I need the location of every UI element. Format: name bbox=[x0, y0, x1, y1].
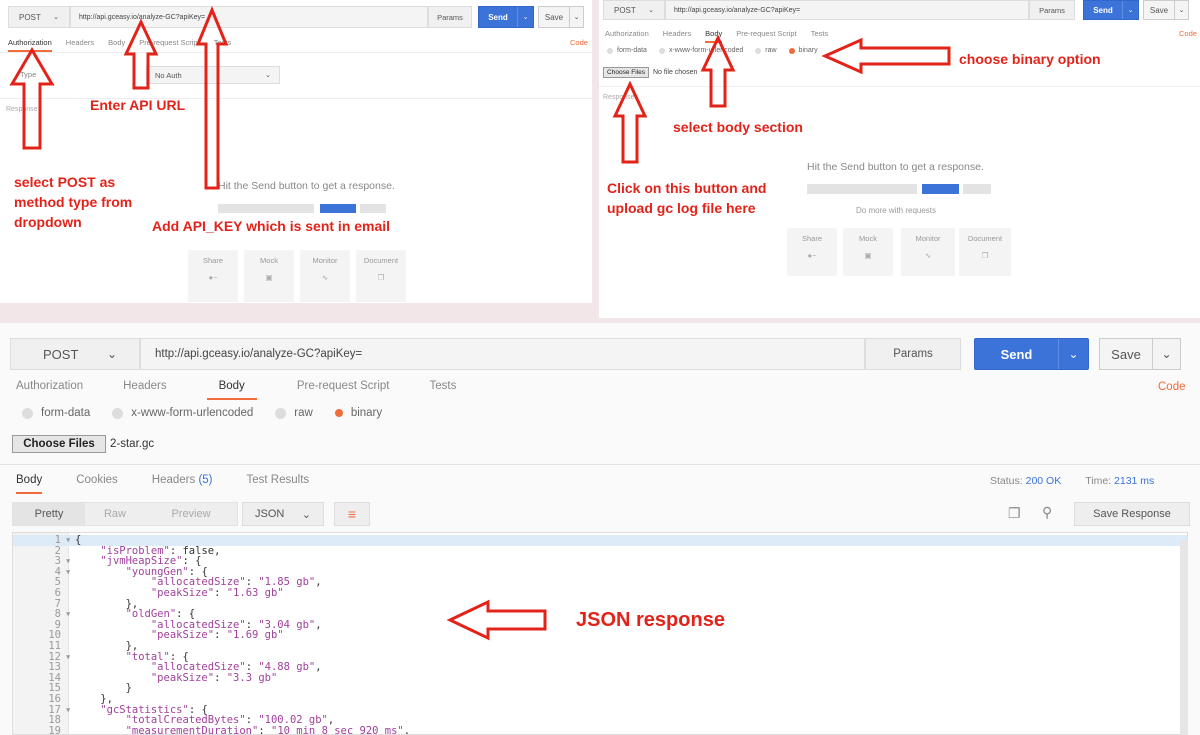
fold-toggle-icon[interactable]: ▾ bbox=[65, 535, 71, 546]
code-text: "measurementDuration": "10 min 8 sec 920… bbox=[125, 724, 411, 735]
annotation-post: select POST as method type from dropdown bbox=[14, 174, 133, 230]
line-number: 19 bbox=[48, 724, 61, 735]
up-arrow-choose-files bbox=[612, 80, 648, 164]
annotation-upload: Click on this button and upload gc log f… bbox=[607, 180, 767, 216]
annotation-api-url: Enter API URL bbox=[90, 97, 186, 113]
status-value: 200 OK bbox=[1025, 475, 1062, 487]
radio-dot bbox=[22, 407, 33, 419]
radio-binary[interactable]: binary bbox=[334, 407, 383, 419]
copy-icon[interactable]: ❐ bbox=[1008, 505, 1021, 522]
response-meta: Status: 200 OK Time: 2131 ms bbox=[990, 475, 1154, 487]
time-label: Time: bbox=[1085, 475, 1112, 487]
resp-tab-cookies[interactable]: Cookies bbox=[76, 474, 118, 494]
view-pretty[interactable]: Pretty bbox=[13, 503, 85, 525]
radio-dot-selected bbox=[334, 409, 343, 417]
view-preview[interactable]: Preview bbox=[145, 508, 237, 520]
time-value: 2131 ms bbox=[1114, 475, 1155, 487]
fold-toggle-icon[interactable]: ▾ bbox=[65, 567, 71, 578]
radio-label: raw bbox=[294, 407, 313, 419]
code-line: 11 }, bbox=[13, 641, 1187, 652]
code-line: 6 "peakSize": "1.63 gb" bbox=[13, 588, 1187, 599]
annotation-json-response: JSON response bbox=[576, 609, 725, 631]
code-link[interactable]: Code bbox=[1158, 381, 1186, 393]
up-arrow-body bbox=[700, 34, 736, 108]
annotation-arrows bbox=[612, 34, 951, 164]
url-input[interactable]: http://api.gceasy.io/analyze-GC?apiKey= bbox=[140, 338, 865, 370]
view-raw[interactable]: Raw bbox=[85, 508, 145, 520]
tab-pre-request-script[interactable]: Pre-request Script bbox=[297, 380, 390, 400]
left-arrow-binary bbox=[821, 37, 951, 75]
tab-body[interactable]: Body bbox=[206, 380, 257, 400]
radio-form-data[interactable]: form-data bbox=[22, 407, 90, 419]
panel-top-right: POST ⌄ http://api.gceasy.io/analyze-GC?a… bbox=[599, 0, 1200, 318]
wrap-lines-icon: ≡ bbox=[347, 506, 357, 522]
method-dropdown[interactable]: POST ⌄ bbox=[10, 338, 140, 370]
request-bar: POST ⌄ http://api.gceasy.io/analyze-GC?a… bbox=[10, 338, 1181, 370]
scrollbar[interactable] bbox=[1180, 540, 1188, 735]
fold-toggle-icon[interactable]: ▾ bbox=[65, 609, 71, 620]
search-icon[interactable]: ⚲ bbox=[1042, 504, 1052, 521]
chevron-down-icon[interactable]: ⌄ bbox=[1058, 339, 1088, 369]
wrap-lines-button[interactable]: ≡ bbox=[334, 502, 370, 526]
radio-urlencoded[interactable]: x-www-form-urlencoded bbox=[112, 407, 253, 419]
send-label: Send bbox=[1000, 346, 1033, 362]
body-type-radios: form-data x-www-form-urlencoded raw bina… bbox=[22, 407, 382, 419]
radio-raw[interactable]: raw bbox=[275, 407, 313, 419]
resp-tab-body[interactable]: Body bbox=[16, 474, 43, 494]
panel-top-left: POST ⌄ http://api.gceasy.io/analyze-GC?a… bbox=[0, 0, 592, 303]
code-line: 14 "peakSize": "3.3 gb" bbox=[13, 672, 1187, 684]
up-arrow-url bbox=[123, 18, 159, 90]
params-label: Params bbox=[893, 348, 933, 360]
tab-authorization[interactable]: Authorization bbox=[16, 380, 83, 400]
chevron-down-icon: ⌄ bbox=[301, 508, 311, 521]
radio-label: binary bbox=[350, 407, 383, 419]
annotation-arrows bbox=[9, 6, 229, 190]
headers-count: (5) bbox=[198, 474, 213, 486]
radio-dot bbox=[112, 407, 124, 419]
annotation-api-key: Add API_KEY which is sent in email bbox=[152, 218, 391, 234]
status-label: Status: bbox=[990, 475, 1023, 487]
format-value: JSON bbox=[255, 508, 285, 520]
params-button[interactable]: Params bbox=[865, 338, 961, 370]
up-arrow-post bbox=[9, 47, 55, 150]
resp-tab-headers[interactable]: Headers (5) bbox=[152, 474, 213, 494]
choose-files-button[interactable]: Choose Files bbox=[12, 435, 106, 453]
status-readout: Status: 200 OK bbox=[990, 475, 1061, 487]
tutorial-collage: POST ⌄ http://api.gceasy.io/analyze-GC?a… bbox=[0, 0, 1200, 735]
json-viewer[interactable]: 1 ▾{2 "isProblem": false, 3 ▾ "jvmHeapSize"… bbox=[12, 532, 1188, 735]
time-readout: Time: 2131 ms bbox=[1085, 475, 1154, 487]
annotation-body: select body section bbox=[673, 119, 803, 135]
tab-headers[interactable]: Headers bbox=[123, 380, 166, 400]
url-text: http://api.gceasy.io/analyze-GC?apiKey= bbox=[155, 348, 363, 360]
request-tabs: Authorization Headers Body Pre-request S… bbox=[16, 380, 456, 400]
radio-label: form-data bbox=[41, 407, 91, 419]
send-button[interactable]: Send ⌄ bbox=[974, 338, 1089, 370]
divider bbox=[0, 464, 1200, 465]
save-response-label: Save Response bbox=[1093, 508, 1171, 520]
up-arrow-apikey bbox=[195, 6, 229, 190]
format-dropdown[interactable]: JSON ⌄ bbox=[242, 502, 324, 526]
method-label: POST bbox=[43, 346, 79, 362]
annotation-arrows bbox=[446, 599, 547, 641]
fold-toggle-icon[interactable]: ▾ bbox=[65, 651, 71, 663]
code-line: 15 } bbox=[13, 683, 1187, 694]
annotation-binary: choose binary option bbox=[959, 51, 1101, 67]
left-arrow-json bbox=[446, 599, 547, 641]
resp-tab-test-results[interactable]: Test Results bbox=[247, 474, 310, 494]
radio-label: x-www-form-urlencoded bbox=[131, 407, 254, 419]
fold-toggle-icon[interactable]: ▾ bbox=[65, 704, 71, 716]
view-mode-tabs: Pretty Raw Preview bbox=[12, 502, 238, 526]
save-response-button[interactable]: Save Response bbox=[1074, 502, 1190, 526]
response-tabs: Body Cookies Headers (5) Test Results bbox=[16, 474, 309, 494]
save-label: Save bbox=[1111, 346, 1141, 362]
code-line: 19 "measurementDuration": "10 min 8 sec … bbox=[13, 724, 1187, 735]
resp-tab-headers-label: Headers bbox=[151, 474, 196, 486]
chevron-down-icon[interactable]: ⌄ bbox=[1152, 339, 1180, 369]
file-picker: Choose Files 2-star.gc bbox=[12, 435, 154, 453]
file-name: 2-star.gc bbox=[110, 438, 155, 450]
radio-dot bbox=[275, 407, 287, 419]
chevron-down-icon: ⌄ bbox=[106, 347, 117, 361]
save-button[interactable]: Save ⌄ bbox=[1099, 338, 1181, 370]
tab-tests[interactable]: Tests bbox=[430, 380, 457, 400]
